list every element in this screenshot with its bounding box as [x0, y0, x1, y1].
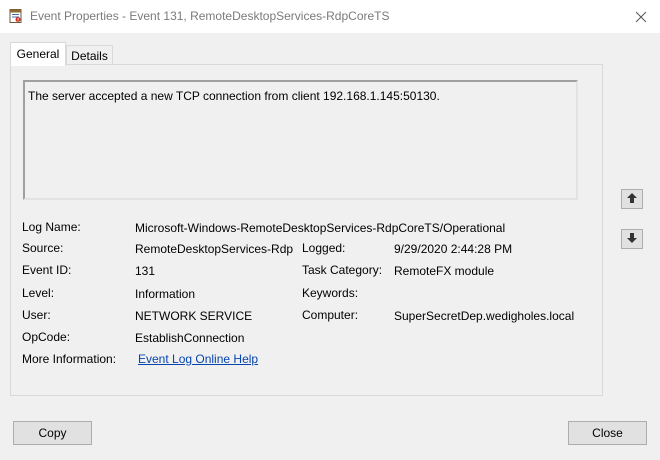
- computer-value: SuperSecretDep.wedigholes.local: [394, 309, 575, 323]
- log-name-label: Log Name:: [22, 220, 81, 234]
- window-title: Event Properties - Event 131, RemoteDesk…: [30, 9, 390, 23]
- close-icon[interactable]: [629, 5, 653, 29]
- next-event-button[interactable]: [621, 229, 643, 249]
- opcode-label: OpCode:: [22, 330, 71, 344]
- arrow-up-icon: [626, 192, 638, 207]
- logged-label: Logged:: [302, 241, 346, 255]
- task-category-label: Task Category:: [302, 263, 383, 277]
- event-id-value: 131: [135, 264, 156, 278]
- computer-label: Computer:: [302, 308, 359, 322]
- level-label: Level:: [22, 286, 55, 300]
- previous-event-button[interactable]: [621, 189, 643, 209]
- arrow-down-icon: [626, 232, 638, 247]
- opcode-value: EstablishConnection: [135, 331, 245, 345]
- task-category-value: RemoteFX module: [394, 264, 495, 278]
- title-bar: Event Properties - Event 131, RemoteDesk…: [0, 0, 660, 33]
- level-value: Information: [135, 287, 196, 301]
- source-value: RemoteDesktopServices-Rdp: [135, 242, 294, 256]
- description-text: The server accepted a new TCP connection…: [28, 89, 440, 103]
- logged-value: 9/29/2020 2:44:28 PM: [394, 242, 513, 256]
- description-box[interactable]: The server accepted a new TCP connection…: [23, 80, 578, 200]
- close-button[interactable]: Close: [568, 421, 647, 445]
- log-name-value: Microsoft-Windows-RemoteDesktopServices-…: [135, 221, 506, 235]
- source-label: Source:: [22, 241, 64, 255]
- tab-details[interactable]: Details: [66, 45, 113, 65]
- event-viewer-icon: [9, 9, 23, 23]
- more-information-label: More Information:: [22, 352, 117, 366]
- user-label: User:: [22, 308, 51, 322]
- event-id-label: Event ID:: [22, 263, 72, 277]
- tab-general[interactable]: General: [10, 42, 66, 66]
- copy-button[interactable]: Copy: [13, 421, 92, 445]
- user-value: NETWORK SERVICE: [135, 309, 253, 323]
- event-log-online-help-link[interactable]: Event Log Online Help: [138, 352, 258, 366]
- keywords-label: Keywords:: [302, 286, 359, 300]
